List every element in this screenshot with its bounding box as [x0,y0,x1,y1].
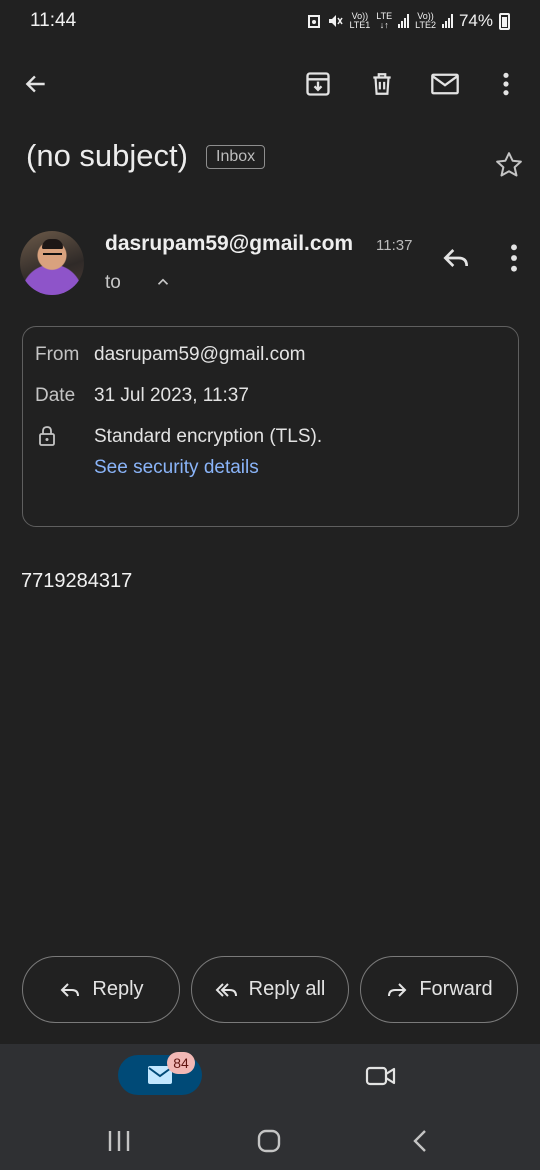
from-value: dasrupam59@gmail.com [94,344,306,365]
lte-indicator: LTE ↓↑ [376,12,392,30]
status-time: 11:44 [30,10,77,31]
email-details-card: From dasrupam59@gmail.com Date 31 Jul 20… [22,326,519,527]
date-label: Date [35,385,76,406]
status-icons: Vo)) LTE1 LTE ↓↑ Vo)) LTE2 74% [307,11,510,31]
inbox-label-chip[interactable]: Inbox [206,145,266,169]
subject-row: (no subject) Inbox [26,138,524,188]
date-value: 31 Jul 2023, 11:37 [94,385,249,406]
recent-apps-icon[interactable] [104,1126,134,1156]
archive-icon [306,72,330,96]
recipients-toggle[interactable]: to [105,272,121,294]
battery-icon [499,12,510,30]
email-body: 7719284317 [21,570,133,592]
reply-label: Reply [92,978,144,1000]
toolbar [0,52,540,114]
from-label: From [35,344,80,365]
status-bar: 11:44 Vo)) LTE1 LTE ↓↑ Vo)) LTE2 74% [0,0,540,42]
trash-icon [373,73,391,95]
security-details-link[interactable]: See security details [94,457,259,479]
reply-button[interactable]: Reply [22,956,180,1023]
signal-sim1-icon [398,14,410,28]
email-subject: (no subject) [26,138,188,173]
reply-all-label: Reply all [248,978,326,1000]
avatar[interactable] [20,231,84,295]
sender-row: dasrupam59@gmail.com 11:37 to [20,228,524,300]
video-camera-icon[interactable] [365,1063,397,1089]
archive-button[interactable] [298,64,338,104]
arrow-back-icon [25,75,45,93]
more-options-button[interactable] [486,64,526,104]
forward-label: Forward [419,978,493,1000]
system-nav-bar [0,1120,540,1160]
reply-icon [61,982,80,997]
sender-email[interactable]: dasrupam59@gmail.com [105,232,353,256]
more-vertical-icon[interactable] [498,242,530,274]
mail-icon [431,73,459,95]
alarm-icon [308,15,321,28]
delete-button[interactable] [362,64,402,104]
chevron-up-icon[interactable] [154,273,172,291]
sim2-indicator: Vo)) LTE2 [415,12,436,30]
sim2-label: LTE2 [415,20,436,30]
lock-icon [39,426,55,446]
encryption-text: Standard encryption (TLS). [94,426,323,447]
star-icon[interactable] [494,150,524,180]
reply-all-button[interactable]: Reply all [191,956,349,1023]
sim1-indicator: Vo)) LTE1 [349,12,370,30]
sim1-label: LTE1 [349,20,371,30]
forward-button[interactable]: Forward [360,956,518,1023]
battery-percent: 74% [458,11,493,30]
reply-icon[interactable] [440,242,472,274]
email-time: 11:37 [376,237,413,254]
data-arrows: ↓↑ [379,20,389,30]
mute-icon [329,15,344,27]
back-button[interactable] [16,64,56,104]
signal-sim2-icon [441,14,453,28]
bottom-nav: 84 [0,1044,540,1170]
unread-count-badge: 84 [167,1052,195,1074]
back-nav-icon[interactable] [406,1126,436,1156]
home-icon[interactable] [254,1126,284,1156]
more-vertical-icon [503,72,509,96]
reply-all-icon [215,982,237,997]
mark-unread-button[interactable] [425,64,465,104]
reply-actions: Reply Reply all Forward [22,956,519,1024]
forward-icon [388,982,407,997]
